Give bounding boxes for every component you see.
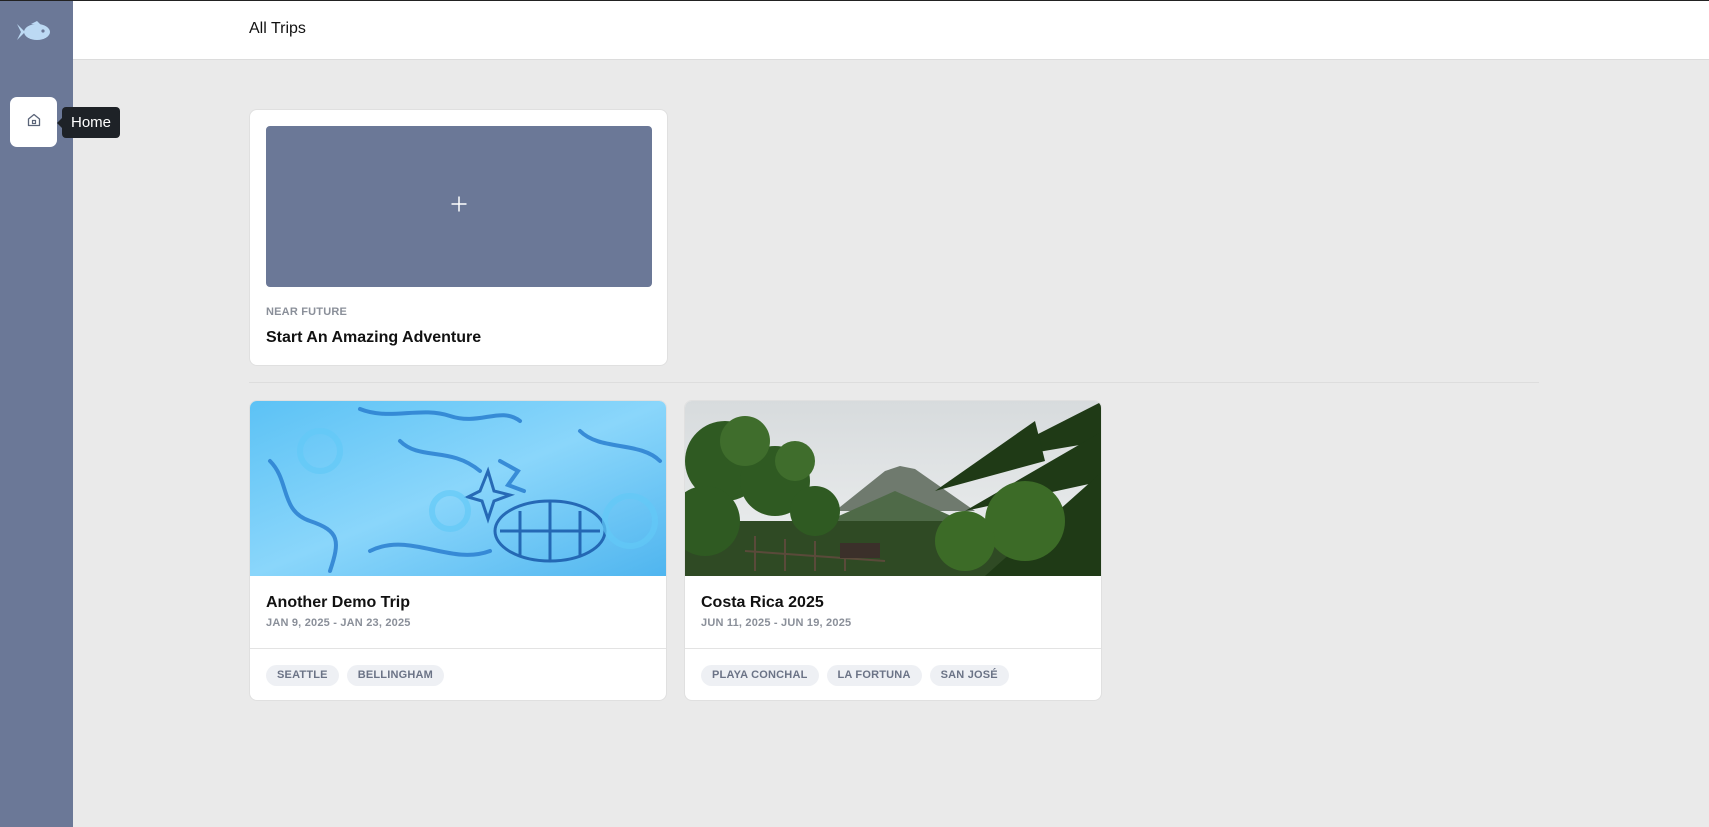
plus-icon bbox=[450, 195, 468, 218]
create-trip-button[interactable] bbox=[266, 126, 652, 287]
trip-title: Costa Rica 2025 bbox=[701, 594, 824, 611]
section-divider bbox=[249, 382, 1539, 383]
location-tag[interactable]: BELLINGHAM bbox=[346, 665, 445, 686]
card-divider bbox=[685, 648, 1101, 649]
trip-tags: SEATTLE BELLINGHAM bbox=[266, 665, 445, 686]
location-tag[interactable]: SEATTLE bbox=[266, 665, 339, 686]
location-tag[interactable]: SAN JOSÉ bbox=[929, 665, 1009, 686]
location-tag[interactable]: LA FORTUNA bbox=[826, 665, 922, 686]
home-tooltip: Home bbox=[56, 107, 121, 138]
window-top-border bbox=[0, 0, 1709, 1]
home-nav-button[interactable] bbox=[10, 97, 57, 147]
page-title: All Trips bbox=[249, 20, 306, 37]
new-trip-card[interactable]: NEAR FUTURE Start An Amazing Adventure bbox=[249, 109, 668, 366]
trip-title: Another Demo Trip bbox=[266, 594, 411, 611]
top-bar: All Trips bbox=[73, 1, 1709, 60]
trip-card-costa-rica-2025[interactable]: Costa Rica 2025 JUN 11, 2025 - JUN 19, 2… bbox=[684, 400, 1102, 701]
trip-cover-image bbox=[250, 401, 666, 576]
fish-icon[interactable] bbox=[16, 21, 52, 43]
location-tag[interactable]: PLAYA CONCHAL bbox=[701, 665, 819, 686]
trip-card-another-demo-trip[interactable]: Another Demo Trip JAN 9, 2025 - JAN 23, … bbox=[249, 400, 667, 701]
trip-tags: PLAYA CONCHAL LA FORTUNA SAN JOSÉ bbox=[701, 665, 1009, 686]
trip-dates: JUN 11, 2025 - JUN 19, 2025 bbox=[701, 617, 852, 629]
card-divider bbox=[250, 648, 666, 649]
trip-cover-image bbox=[685, 401, 1101, 576]
trip-dates: JAN 9, 2025 - JAN 23, 2025 bbox=[266, 617, 411, 629]
home-icon bbox=[26, 112, 42, 133]
new-trip-eyebrow: NEAR FUTURE bbox=[266, 306, 348, 318]
new-trip-title: Start An Amazing Adventure bbox=[266, 329, 482, 346]
